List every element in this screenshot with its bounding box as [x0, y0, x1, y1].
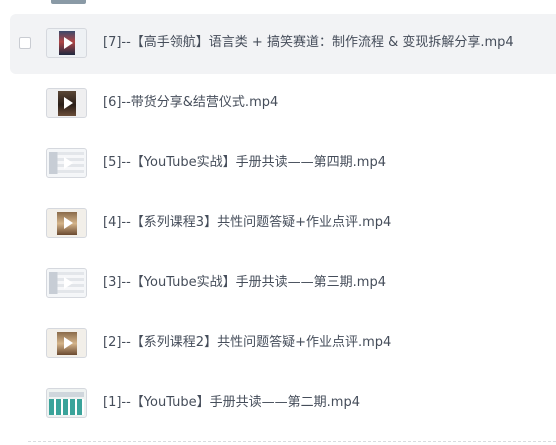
play-icon: [63, 337, 73, 349]
previous-row-thumbnail-edge: [51, 0, 86, 4]
file-list: [7]--【高手领航】语言类 + 搞笑赛道：制作流程 & 变现拆解分享.mp4 …: [0, 0, 556, 445]
file-row[interactable]: [3]--【YouTube实战】手册共读——第三期.mp4: [10, 254, 556, 314]
file-row[interactable]: [7]--【高手领航】语言类 + 搞笑赛道：制作流程 & 变现拆解分享.mp4: [10, 14, 556, 74]
file-name[interactable]: [3]--【YouTube实战】手册共读——第三期.mp4: [103, 275, 386, 291]
file-name[interactable]: [7]--【高手领航】语言类 + 搞笑赛道：制作流程 & 变现拆解分享.mp4: [103, 35, 514, 51]
play-icon: [63, 217, 73, 229]
play-icon: [63, 37, 73, 49]
list-divider: [28, 441, 556, 442]
play-icon: [63, 97, 73, 109]
video-thumbnail[interactable]: [46, 28, 87, 58]
file-name[interactable]: [6]--带货分享&结营仪式.mp4: [103, 95, 278, 111]
video-thumbnail[interactable]: [46, 88, 87, 118]
video-thumbnail[interactable]: [46, 148, 87, 178]
file-name[interactable]: [2]--【系列课程2】共性问题答疑+作业点评.mp4: [103, 335, 391, 351]
file-row[interactable]: [4]--【系列课程3】共性问题答疑+作业点评.mp4: [10, 194, 556, 254]
play-icon: [63, 157, 73, 169]
file-name[interactable]: [5]--【YouTube实战】手册共读——第四期.mp4: [103, 155, 386, 171]
video-thumbnail[interactable]: [46, 388, 87, 418]
file-row[interactable]: [1]--【YouTube】手册共读——第二期.mp4: [10, 374, 556, 434]
file-name[interactable]: [4]--【系列课程3】共性问题答疑+作业点评.mp4: [103, 215, 391, 231]
file-row[interactable]: [5]--【YouTube实战】手册共读——第四期.mp4: [10, 134, 556, 194]
select-checkbox[interactable]: [19, 37, 31, 49]
video-thumbnail[interactable]: [46, 328, 87, 358]
play-icon: [63, 277, 73, 289]
file-name[interactable]: [1]--【YouTube】手册共读——第二期.mp4: [103, 395, 360, 411]
file-row[interactable]: [2]--【系列课程2】共性问题答疑+作业点评.mp4: [10, 314, 556, 374]
file-row[interactable]: [6]--带货分享&结营仪式.mp4: [10, 74, 556, 134]
video-thumbnail[interactable]: [46, 208, 87, 238]
video-thumbnail[interactable]: [46, 268, 87, 298]
